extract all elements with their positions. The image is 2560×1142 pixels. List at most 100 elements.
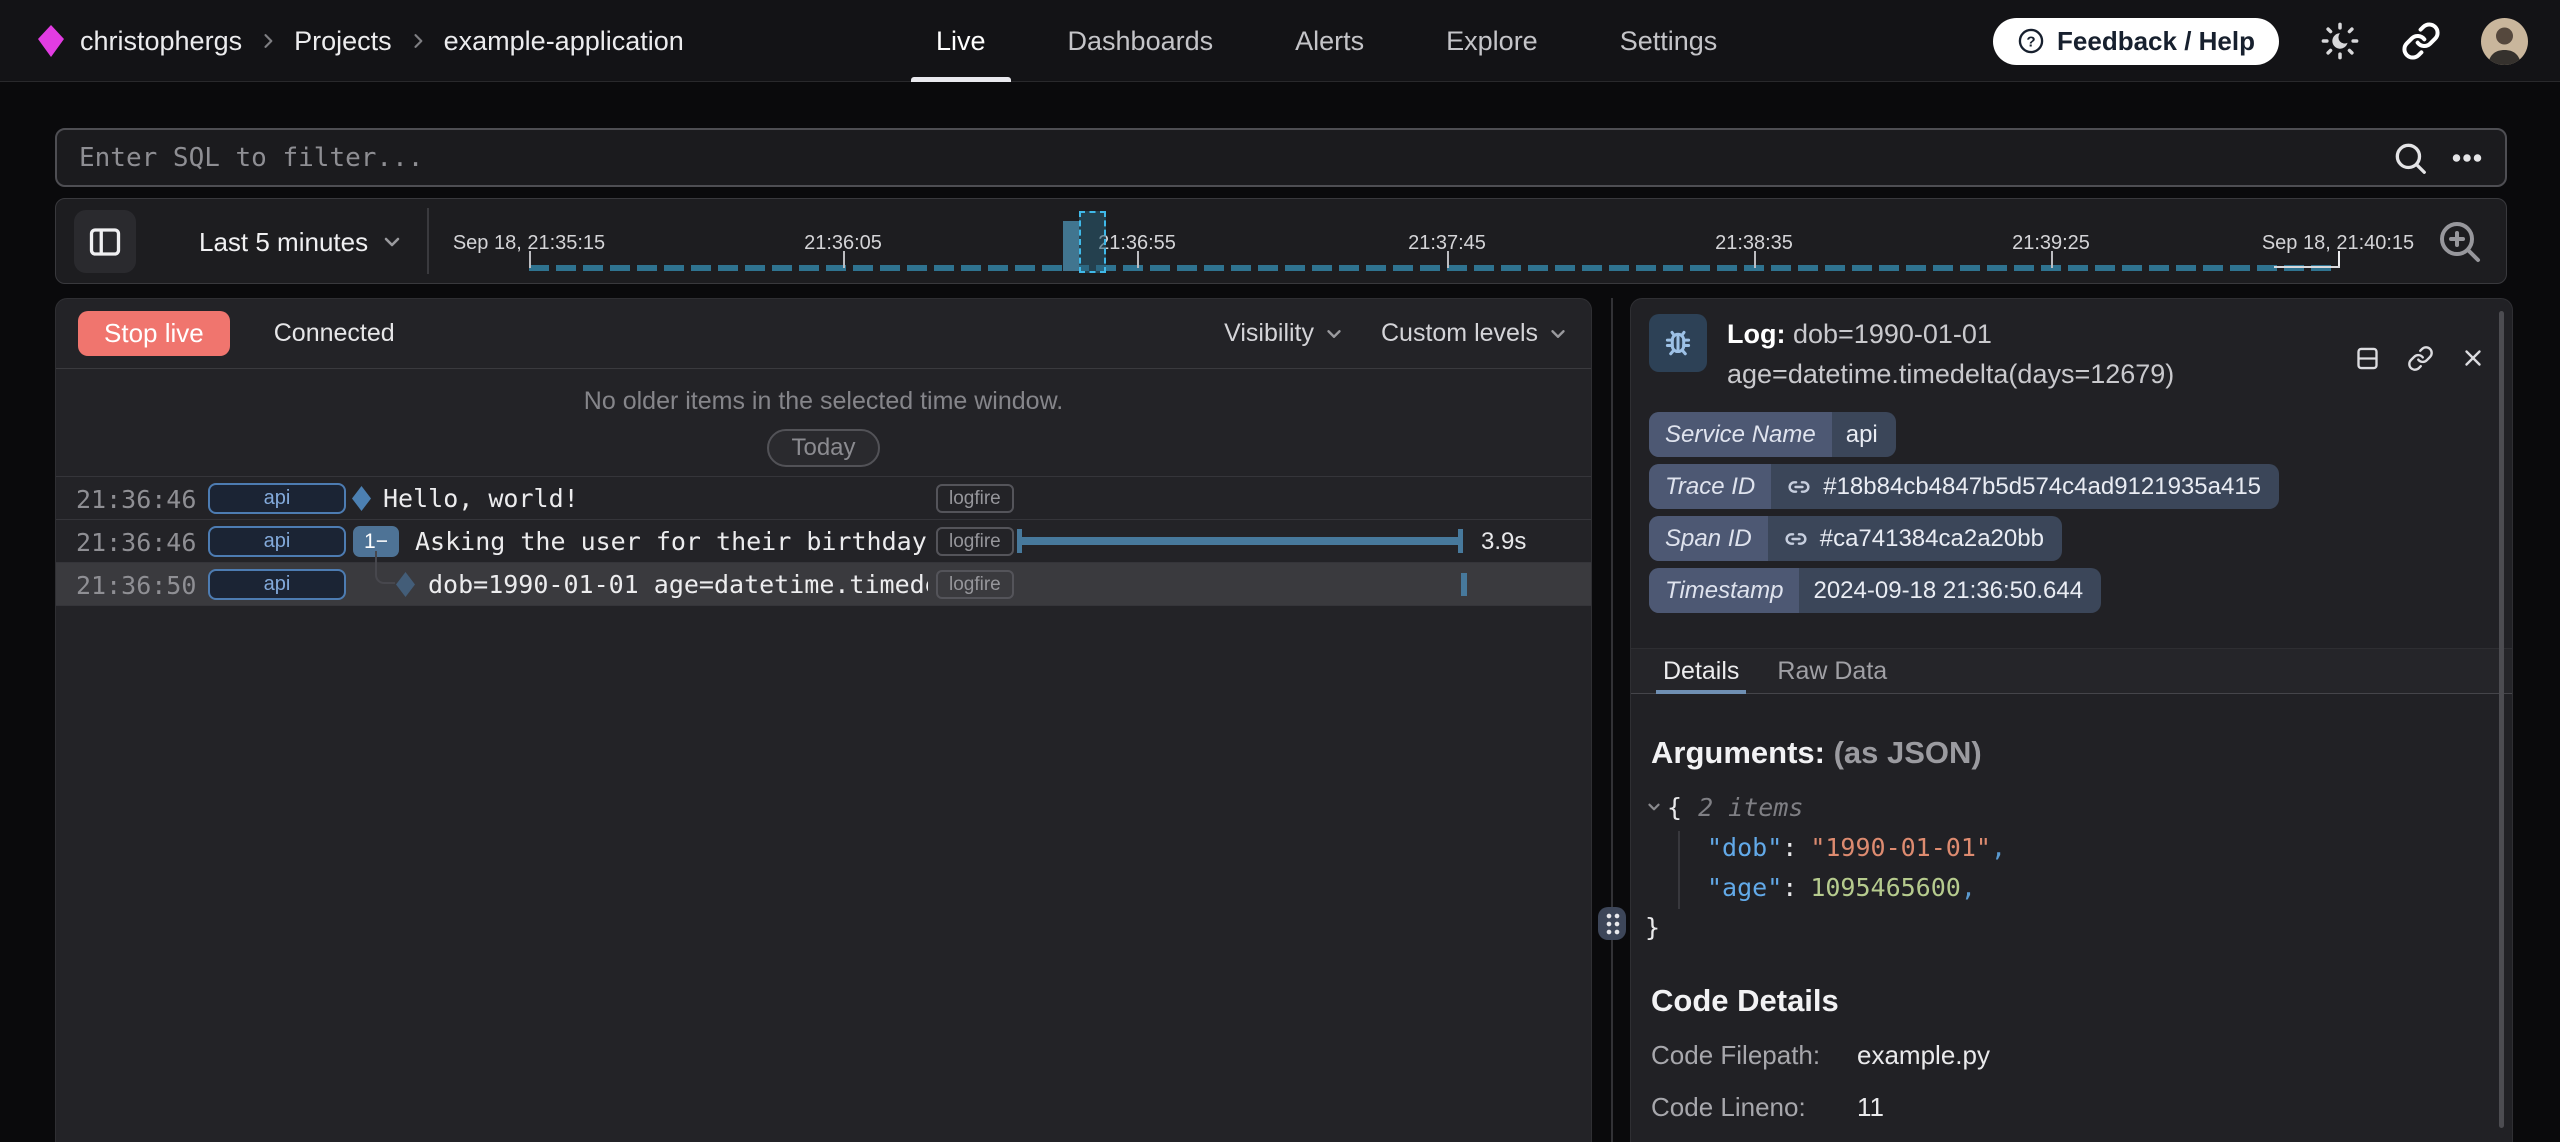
svg-text:?: ?: [2026, 33, 2035, 50]
timeline-tick: [1754, 251, 1756, 268]
timeline-tick: [2051, 251, 2053, 268]
panel-resize-handle[interactable]: [1598, 907, 1626, 940]
logfire-app: christophergs Projects example-applicati…: [0, 0, 2560, 1142]
empty-message: No older items in the selected time wind…: [56, 387, 1591, 416]
copy-link-icon[interactable]: [2407, 322, 2434, 394]
tab-dashboards[interactable]: Dashboards: [1027, 0, 1255, 82]
question-circle-icon: ?: [2017, 27, 2045, 55]
log-time: 21:36:50: [76, 571, 196, 600]
tab-settings[interactable]: Settings: [1579, 0, 1759, 82]
tab-live[interactable]: Live: [895, 0, 1027, 82]
timeline-tick: [529, 251, 531, 268]
breadcrumb-org[interactable]: christophergs: [80, 26, 242, 57]
split-view-icon[interactable]: [2354, 322, 2381, 394]
collapse-caret-icon[interactable]: [1645, 798, 1663, 816]
breadcrumb-project[interactable]: example-application: [444, 26, 684, 57]
timeline-baseline: [529, 265, 2338, 271]
histogram-bar[interactable]: [1063, 221, 1079, 271]
json-viewer: { 2 items "dob":"1990-01-01", "age":1095…: [1645, 787, 2512, 947]
visibility-dropdown[interactable]: Visibility: [1224, 319, 1345, 348]
logfire-tag[interactable]: logfire: [936, 484, 1014, 513]
live-log-panel: Stop live Connected Visibility Custom le…: [55, 298, 1592, 1142]
log-time: 21:36:46: [76, 485, 196, 514]
span-id-pill[interactable]: Span ID #ca741384ca2a20bb: [1649, 516, 2062, 561]
nav-actions: ? Feedback / Help: [1993, 0, 2528, 82]
content-area: Stop live Connected Visibility Custom le…: [55, 298, 2513, 1142]
json-entry: "age":1095465600,: [1645, 867, 2512, 907]
log-row-selected[interactable]: 21:36:50 api dob=1990-01-01 age=datetime…: [56, 563, 1591, 606]
link-icon: [1785, 473, 1813, 501]
chevron-down-icon: [1323, 323, 1345, 345]
timeline-selection-region[interactable]: [1079, 211, 1106, 273]
json-entry: "dob":"1990-01-01",: [1645, 827, 2512, 867]
trace-id-pill[interactable]: Trace ID #18b84cb4847b5d574c4ad9121935a4…: [1649, 464, 2279, 509]
live-panel-header: Stop live Connected Visibility Custom le…: [56, 299, 1591, 369]
tab-explore[interactable]: Explore: [1405, 0, 1579, 82]
arguments-heading: Arguments: (as JSON): [1651, 735, 2512, 771]
tab-details[interactable]: Details: [1663, 649, 1739, 693]
log-row[interactable]: 21:36:46 api Hello, world! logfire: [56, 477, 1591, 520]
feedback-help-button[interactable]: ? Feedback / Help: [1993, 18, 2279, 65]
log-row[interactable]: 21:36:46 api 1− Asking the user for thei…: [56, 520, 1591, 563]
detail-panel: Log: dob=1990-01-01 age=datetime.timedel…: [1630, 298, 2513, 1142]
service-badge[interactable]: api: [208, 526, 346, 557]
log-diamond-icon: [396, 572, 415, 597]
time-range-bar: Last 5 minutes Sep 18, 21:35:15 21:36:05…: [55, 198, 2507, 284]
breadcrumb-projects[interactable]: Projects: [294, 26, 392, 57]
detail-title: Log: dob=1990-01-01 age=datetime.timedel…: [1727, 314, 2334, 394]
chevron-right-icon: [258, 31, 278, 51]
logfire-tag[interactable]: logfire: [936, 570, 1014, 599]
code-filepath-row: Code Filepath: example.py: [1651, 1040, 2512, 1071]
detail-header: Log: dob=1990-01-01 age=datetime.timedel…: [1631, 299, 2512, 394]
code-details-heading: Code Details: [1651, 983, 2512, 1019]
span-duration-bar[interactable]: [1017, 537, 1463, 545]
theme-toggle-icon[interactable]: [2319, 20, 2361, 62]
search-icon[interactable]: [2391, 139, 2429, 177]
timestamp-pill[interactable]: Timestamp 2024-09-18 21:36:50.644: [1649, 568, 2101, 613]
today-button[interactable]: Today: [767, 429, 879, 467]
log-bug-icon: [1649, 314, 1707, 372]
log-diamond-icon: [352, 486, 371, 511]
timeline-tick: [1137, 251, 1139, 268]
log-message: Asking the user for their birthday: [415, 527, 927, 556]
event-position-tick: [1461, 573, 1467, 596]
chevron-down-icon: [1547, 323, 1569, 345]
detail-tabs: Details Raw Data: [1631, 648, 2512, 694]
timeline-histogram[interactable]: Sep 18, 21:35:15 21:36:05 21:36:55 21:37…: [56, 199, 2386, 285]
log-message: Hello, world!: [383, 484, 579, 513]
tab-raw-data[interactable]: Raw Data: [1777, 649, 1887, 693]
service-badge[interactable]: api: [208, 483, 346, 514]
connection-status: Connected: [274, 319, 395, 348]
scrollbar[interactable]: [2499, 311, 2504, 1128]
timeline-tick: [1447, 251, 1449, 268]
code-lineno-row: Code Lineno: 11: [1651, 1092, 2512, 1123]
top-nav: christophergs Projects example-applicati…: [0, 0, 2560, 82]
avatar[interactable]: [2481, 18, 2528, 65]
grip-dots-icon: [1605, 912, 1620, 936]
service-badge[interactable]: api: [208, 569, 346, 600]
link-icon: [1782, 525, 1810, 553]
close-panel-icon[interactable]: [2460, 322, 2486, 394]
sql-filter-bar: [55, 128, 2507, 187]
share-link-icon[interactable]: [2401, 21, 2441, 61]
chevron-right-icon: [408, 31, 428, 51]
empty-window-notice: No older items in the selected time wind…: [56, 369, 1591, 477]
timeline-zoom-in-icon[interactable]: [2436, 218, 2484, 266]
tab-alerts[interactable]: Alerts: [1254, 0, 1405, 82]
panel-divider: [1611, 298, 1613, 1142]
log-message: dob=1990-01-01 age=datetime.timede: [428, 570, 928, 599]
log-time: 21:36:46: [76, 528, 196, 557]
logfire-logo-icon[interactable]: [38, 25, 64, 57]
json-indent-guide: [1678, 831, 1680, 909]
timeline-tick: [843, 251, 845, 268]
main-tabs: Live Dashboards Alerts Explore Settings: [895, 0, 1758, 82]
service-name-pill[interactable]: Service Name api: [1649, 412, 1896, 457]
detail-attribute-pills: Service Name api Trace ID #18b84cb4847b5…: [1631, 412, 2512, 613]
stop-live-button[interactable]: Stop live: [78, 311, 230, 356]
sql-filter-input[interactable]: [57, 130, 2391, 185]
log-rows: 21:36:46 api Hello, world! logfire 21:36…: [56, 477, 1591, 606]
span-duration-label: 3.9s: [1481, 528, 1526, 556]
more-options-icon[interactable]: [2449, 140, 2485, 176]
custom-levels-dropdown[interactable]: Custom levels: [1381, 319, 1569, 348]
logfire-tag[interactable]: logfire: [936, 527, 1014, 556]
